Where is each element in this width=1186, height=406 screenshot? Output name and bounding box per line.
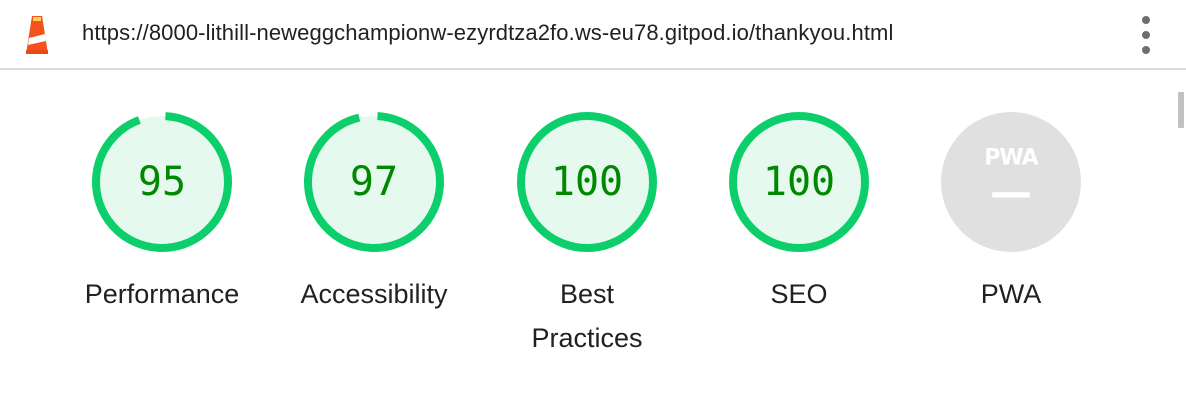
gauge-label: SEO — [770, 279, 828, 309]
gauge-label: Best Practices — [531, 279, 643, 353]
page-url[interactable]: https://8000-lithill-neweggchampionw-ezy… — [82, 20, 893, 46]
gauge-pwa-ring: PWA — — [941, 112, 1081, 252]
gauge-pwa[interactable]: PWA — PWA — [905, 112, 1117, 316]
gauge-accessibility[interactable]: 97 Accessibility — [268, 112, 480, 316]
menu-dot — [1142, 16, 1150, 24]
more-vert-icon[interactable] — [1132, 14, 1160, 56]
gauge-score: 97 — [350, 159, 398, 205]
gauge-performance[interactable]: 95 Performance — [56, 112, 268, 316]
gauge-best-practices-ring: 100 — [517, 112, 657, 252]
scrollbar[interactable] — [1176, 72, 1186, 406]
gauge-score: 100 — [763, 159, 835, 205]
gauge-accessibility-ring: 97 — [304, 112, 444, 252]
gauge-seo-ring: 100 — [729, 112, 869, 252]
menu-dot — [1142, 46, 1150, 54]
gauge-best-practices[interactable]: 100 Best Practices — [481, 112, 693, 360]
gauge-seo[interactable]: 100 SEO — [693, 112, 905, 316]
menu-dot — [1142, 31, 1150, 39]
gauge-score: 100 — [551, 159, 623, 205]
gauge-score: — — [990, 168, 1032, 217]
gauge-label: Performance — [84, 279, 240, 309]
score-gauges: 95 Performance 97 Accessibility 100 Best… — [0, 72, 1176, 406]
gauge-score: 95 — [138, 159, 186, 205]
gauge-label: PWA — [980, 279, 1042, 309]
gauge-label: Accessibility — [300, 279, 448, 309]
address-bar: https://8000-lithill-neweggchampionw-ezy… — [0, 0, 1186, 70]
scrollbar-thumb[interactable] — [1178, 92, 1184, 128]
lighthouse-icon — [26, 16, 48, 54]
gauge-performance-ring: 95 — [92, 112, 232, 252]
